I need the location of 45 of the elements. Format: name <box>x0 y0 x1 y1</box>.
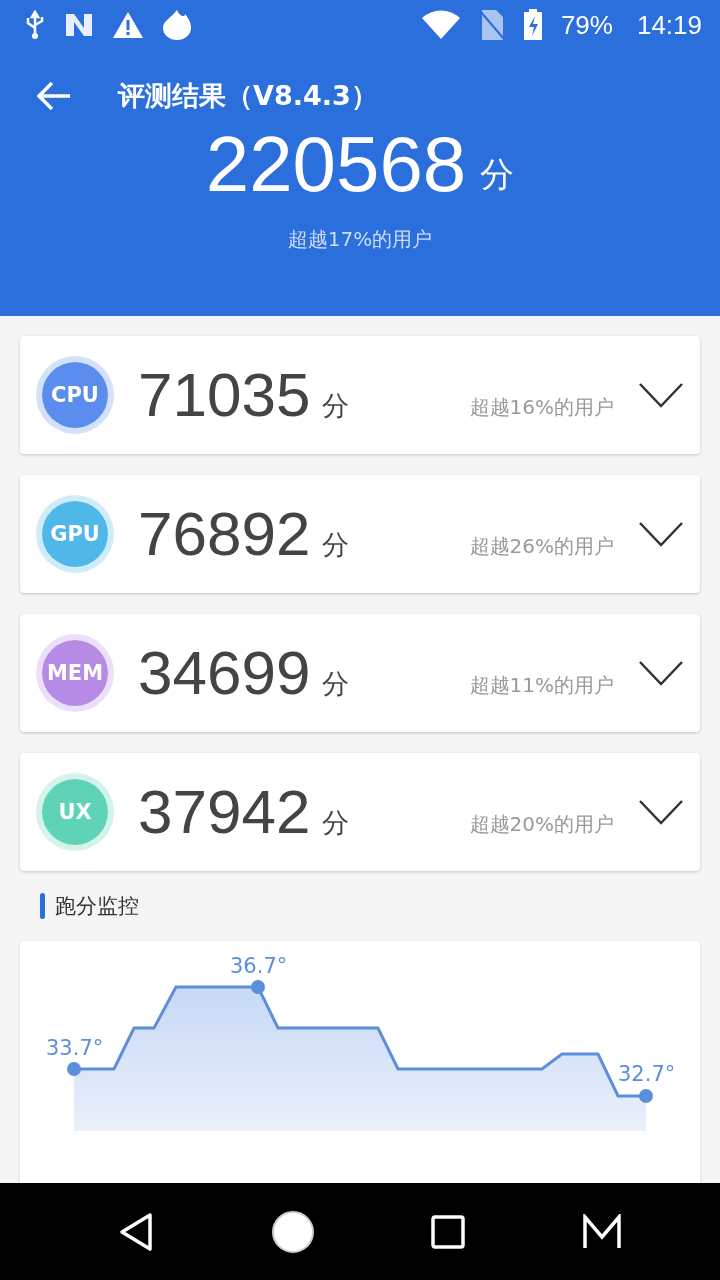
section-title: 跑分监控 <box>55 893 139 920</box>
category-score: 71035 <box>138 360 311 430</box>
home-icon[interactable] <box>270 1209 315 1254</box>
chevron-icon[interactable] <box>638 381 684 409</box>
score-unit: 分 <box>322 667 350 701</box>
temperature-label: 32.7° <box>618 1062 676 1086</box>
warning-icon <box>112 11 144 39</box>
back-arrow-icon[interactable] <box>36 81 72 111</box>
page-title: 评测结果（V8.4.3） <box>118 79 378 113</box>
wifi-icon <box>420 10 461 40</box>
total-score: 220568 <box>205 124 467 204</box>
rank-text: 超越16%的用户 <box>469 393 614 421</box>
temperature-label: 33.7° <box>46 1036 104 1060</box>
m-icon[interactable] <box>581 1213 622 1250</box>
temperature-label: 36.7° <box>230 954 288 978</box>
score-unit: 分 <box>322 389 350 423</box>
rank-text: 超越11%的用户 <box>469 671 614 699</box>
battery-text: 79% <box>560 9 613 41</box>
score-card[interactable]: MEM 34699 分 超越11%的用户 <box>20 614 700 732</box>
score-card[interactable]: GPU 76892 分 超越26%的用户 <box>20 475 700 593</box>
category-badge: MEM <box>36 634 114 712</box>
category-score: 76892 <box>138 499 311 569</box>
score-card[interactable]: UX 37942 分 超越20%的用户 <box>20 753 700 871</box>
category-badge: GPU <box>36 495 114 573</box>
category-badge: UX <box>36 773 114 851</box>
score-unit: 分 <box>322 806 350 840</box>
n-icon <box>64 12 94 38</box>
accent-bar <box>40 893 45 919</box>
back-icon[interactable] <box>118 1211 155 1252</box>
battery-icon <box>522 9 543 41</box>
category-badge: CPU <box>36 356 114 434</box>
score-card[interactable]: CPU 71035 分 超越16%的用户 <box>20 336 700 454</box>
clock-text: 14:19 <box>636 9 702 41</box>
rank-text: 超越17%的用户 <box>287 226 433 253</box>
score-unit: 分 <box>480 153 515 196</box>
rank-text: 超越20%的用户 <box>469 810 614 838</box>
rank-text: 超越26%的用户 <box>469 532 614 560</box>
chevron-icon[interactable] <box>638 659 684 687</box>
recents-icon[interactable] <box>431 1214 466 1249</box>
category-score: 34699 <box>138 638 311 708</box>
score-unit: 分 <box>322 528 350 562</box>
chevron-icon[interactable] <box>638 798 684 826</box>
category-score: 37942 <box>138 777 311 847</box>
usb-icon <box>24 10 46 40</box>
chevron-icon[interactable] <box>638 520 684 548</box>
